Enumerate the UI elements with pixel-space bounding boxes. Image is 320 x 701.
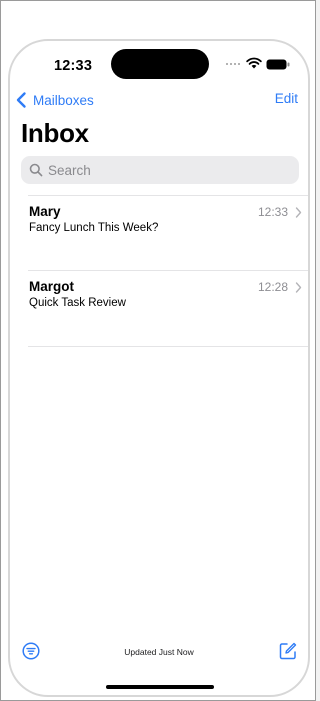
search-placeholder: Search bbox=[48, 162, 91, 178]
chevron-right-icon bbox=[295, 207, 302, 218]
message-subject: Fancy Lunch This Week? bbox=[29, 222, 159, 234]
mailbox-status-text: Updated Just Now bbox=[124, 647, 194, 657]
status-indicators bbox=[226, 57, 296, 71]
chevron-right-icon bbox=[295, 282, 302, 293]
page-title: Inbox bbox=[21, 118, 89, 148]
message-row[interactable]: Margot Quick Task Review 12:28 bbox=[10, 271, 308, 347]
message-time: 12:28 bbox=[257, 280, 288, 294]
battery-icon bbox=[266, 59, 290, 70]
dynamic-island bbox=[111, 49, 209, 79]
list-separator bbox=[28, 346, 308, 347]
edit-button[interactable]: Edit bbox=[275, 91, 298, 106]
message-subject: Quick Task Review bbox=[29, 297, 126, 309]
phone-screen: 12:33 Mailboxes Edit Inbox Search Mary F… bbox=[8, 39, 310, 697]
cellular-dots-icon bbox=[226, 63, 244, 66]
search-icon bbox=[29, 163, 43, 177]
status-time: 12:33 bbox=[54, 58, 93, 74]
message-row[interactable]: Mary Fancy Lunch This Week? 12:33 bbox=[10, 196, 308, 272]
back-label: Mailboxes bbox=[33, 92, 94, 108]
message-sender: Margot bbox=[29, 279, 74, 294]
search-input[interactable]: Search bbox=[21, 156, 299, 184]
wifi-icon bbox=[246, 57, 262, 69]
chevron-left-icon bbox=[16, 92, 26, 108]
message-sender: Mary bbox=[29, 204, 61, 219]
compose-icon[interactable] bbox=[278, 641, 298, 661]
message-time: 12:33 bbox=[257, 205, 288, 219]
back-mailboxes-button[interactable]: Mailboxes bbox=[14, 90, 94, 110]
home-indicator[interactable] bbox=[106, 685, 214, 689]
screenshot-frame: 12:33 Mailboxes Edit Inbox Search Mary F… bbox=[0, 0, 316, 701]
